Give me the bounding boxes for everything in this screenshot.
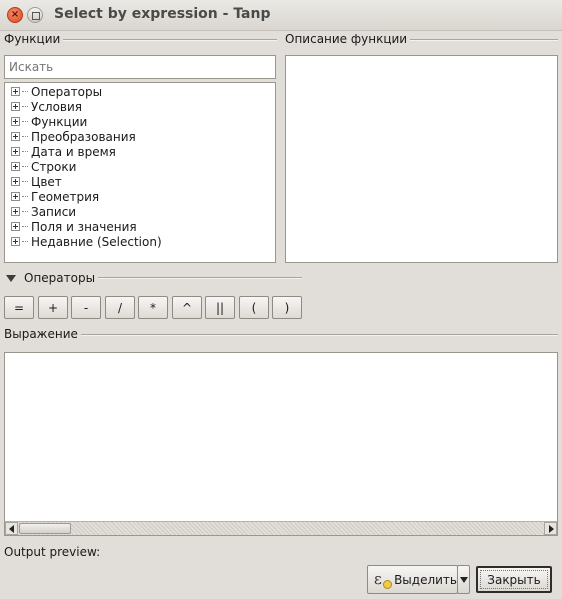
function-search-input[interactable] [4, 55, 276, 79]
tree-item-operators[interactable]: Операторы [5, 84, 275, 99]
tree-item-label: Недавние (Selection) [31, 234, 162, 249]
tree-item-label: Цвет [31, 174, 62, 189]
expression-header: Выражение [4, 327, 81, 341]
select-button-label: Выделить [394, 572, 457, 587]
tree-item-label: Записи [31, 204, 77, 219]
select-dropdown-button[interactable] [457, 565, 470, 594]
close-icon: × [10, 9, 20, 20]
operator-concat-button[interactable]: || [205, 296, 235, 319]
description-header: Описание функции [285, 32, 411, 46]
expand-icon[interactable] [11, 192, 20, 201]
expression-divider [4, 334, 558, 336]
expand-icon[interactable] [11, 117, 20, 126]
operator-equals-button[interactable]: = [4, 296, 34, 319]
scroll-left-icon[interactable] [5, 522, 18, 535]
tree-item-recent[interactable]: Недавние (Selection) [5, 234, 275, 249]
tree-item-label: Условия [31, 99, 83, 114]
operator-plus-button[interactable]: + [38, 296, 68, 319]
function-description-box [285, 55, 558, 263]
tree-item-conversions[interactable]: Преобразования [5, 129, 275, 144]
tree-item-label: Поля и значения [31, 219, 137, 234]
tree-item-label: Преобразования [31, 129, 136, 144]
scrollbar-thumb[interactable] [19, 523, 71, 534]
tree-item-strings[interactable]: Строки [5, 159, 275, 174]
function-tree[interactable]: Операторы Условия Функции Преобразования… [4, 82, 276, 263]
expand-icon[interactable] [11, 102, 20, 111]
tree-item-records[interactable]: Записи [5, 204, 275, 219]
window-close-button[interactable]: × [7, 7, 23, 23]
tree-item-label: Строки [31, 159, 77, 174]
operator-open-paren-button[interactable]: ( [239, 296, 269, 319]
expression-text[interactable] [5, 353, 557, 359]
expression-select-icon: ε [374, 571, 393, 589]
operator-power-button[interactable]: ^ [172, 296, 202, 319]
tree-item-conditions[interactable]: Условия [5, 99, 275, 114]
tree-item-label: Операторы [31, 84, 103, 99]
expand-icon[interactable] [11, 222, 20, 231]
scroll-right-icon[interactable] [544, 522, 557, 535]
tree-item-fields-values[interactable]: Поля и значения [5, 219, 275, 234]
operator-divide-button[interactable]: / [105, 296, 135, 319]
operator-minus-button[interactable]: - [71, 296, 101, 319]
operator-multiply-button[interactable]: * [138, 296, 168, 319]
select-button[interactable]: ε Выделить [367, 565, 458, 594]
expression-editor[interactable] [4, 352, 558, 536]
tree-item-label: Геометрия [31, 189, 100, 204]
operators-header[interactable]: Операторы [24, 271, 99, 285]
title-bar: × Select by expression - Tanp [0, 0, 562, 31]
tree-item-label: Функции [31, 114, 88, 129]
tree-item-geometry[interactable]: Геометрия [5, 189, 275, 204]
expand-icon[interactable] [11, 147, 20, 156]
expand-icon[interactable] [11, 87, 20, 96]
window-maximize-button[interactable] [27, 7, 43, 23]
collapse-arrow-icon[interactable] [6, 275, 16, 282]
tree-item-label: Дата и время [31, 144, 116, 159]
tree-item-color[interactable]: Цвет [5, 174, 275, 189]
expand-icon[interactable] [11, 132, 20, 141]
operator-close-paren-button[interactable]: ) [272, 296, 302, 319]
horizontal-scrollbar[interactable] [5, 521, 557, 535]
expand-icon[interactable] [11, 237, 20, 246]
tree-item-date-time[interactable]: Дата и время [5, 144, 275, 159]
expand-icon[interactable] [11, 207, 20, 216]
functions-header: Функции [4, 32, 64, 46]
operators-divider [96, 277, 302, 279]
expand-icon[interactable] [11, 162, 20, 171]
output-preview-label: Output preview: [4, 545, 101, 559]
expand-icon[interactable] [11, 177, 20, 186]
window-title: Select by expression - Tanp [54, 6, 271, 22]
close-button[interactable]: Закрыть [476, 566, 552, 593]
tree-item-functions[interactable]: Функции [5, 114, 275, 129]
